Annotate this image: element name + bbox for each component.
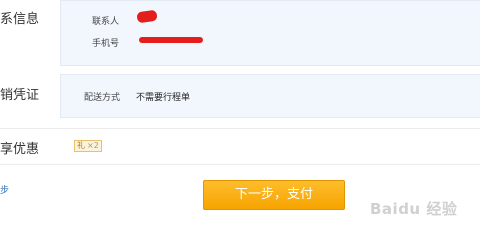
phone-label: 手机号	[92, 39, 120, 49]
coupon-badge[interactable]: 礼 ×2	[74, 140, 102, 152]
baidu-jingyan-watermark: Baidu 经验	[370, 200, 458, 218]
previous-step-link[interactable]: 步	[0, 183, 9, 196]
delivery-section-title: 销凭证	[0, 84, 40, 103]
discount-section-title: 享优惠	[0, 138, 40, 157]
delivery-method-label: 配送方式	[84, 93, 121, 103]
contact-panel	[60, 0, 480, 66]
next-step-pay-button[interactable]: 下一步，支付	[203, 180, 345, 210]
contact-name-label: 联系人	[92, 17, 120, 27]
coupon-qty: ×2	[87, 141, 99, 150]
delivery-panel	[60, 74, 480, 118]
divider	[0, 128, 480, 129]
divider	[0, 164, 480, 165]
coupon-tag: 礼	[77, 141, 85, 150]
phone-redaction	[139, 37, 203, 43]
delivery-method-value: 不需要行程单	[136, 93, 191, 103]
contact-section-title: 系信息	[0, 8, 40, 27]
